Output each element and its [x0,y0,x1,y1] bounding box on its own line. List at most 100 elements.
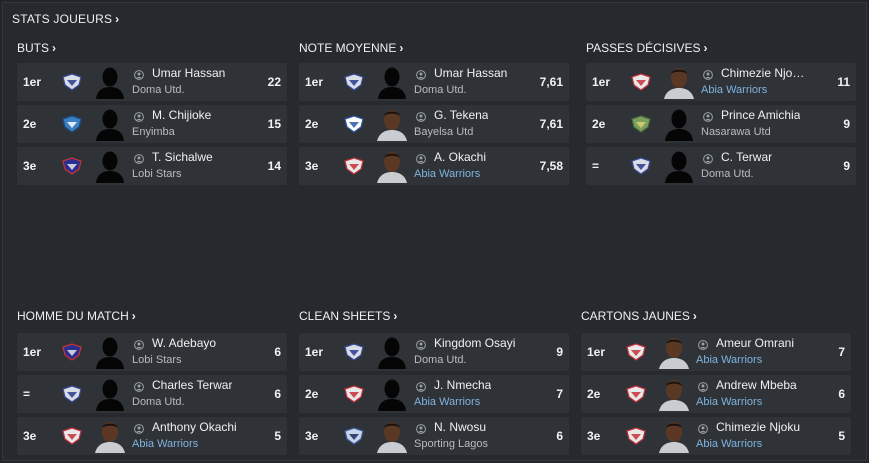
player-avatar[interactable] [657,335,691,369]
panel-title[interactable]: CLEAN SHEETS › [299,309,397,323]
club-badge-icon[interactable] [630,157,652,175]
club-name[interactable]: Abia Warriors [414,396,480,408]
stat-row[interactable]: 3e Chimezie Njoku Abia Warriors 5 [581,417,851,455]
club-badge-icon[interactable] [343,157,365,175]
player-avatar[interactable] [93,377,127,411]
player-name[interactable]: Prince Amichia [721,108,800,122]
player-name[interactable]: J. Nmecha [434,378,491,392]
club-name[interactable]: Doma Utd. [701,168,754,180]
player-name[interactable]: M. Chijioke [152,108,211,122]
player-name[interactable]: Ameur Omrani [716,336,794,350]
player-avatar[interactable] [93,65,127,99]
club-name[interactable]: Doma Utd. [132,84,185,96]
stat-row[interactable]: 1er Chimezie Njo… Abia Warriors 11 [586,63,856,101]
player-avatar[interactable] [375,65,409,99]
club-badge-icon[interactable] [61,427,83,445]
stat-row[interactable]: 1er Umar Hassan Doma Utd. 7,61 [299,63,569,101]
club-badge-icon[interactable] [625,343,647,361]
club-badge-icon[interactable] [343,73,365,91]
club-name[interactable]: Sporting Lagos [414,438,488,450]
club-badge-icon[interactable] [625,385,647,403]
club-badge-icon[interactable] [343,385,365,403]
stat-row[interactable]: = C. Terwar Doma Utd. 9 [586,147,856,185]
club-badge-icon[interactable] [630,73,652,91]
player-avatar[interactable] [93,149,127,183]
club-badge-icon[interactable] [343,343,365,361]
stat-row[interactable]: 2e Prince Amichia Nasarawa Utd 9 [586,105,856,143]
player-name[interactable]: G. Tekena [434,108,488,122]
club-badge-icon[interactable] [61,385,83,403]
club-badge-icon[interactable] [630,115,652,133]
player-avatar[interactable] [375,419,409,453]
player-avatar[interactable] [375,335,409,369]
club-badge-icon[interactable] [343,427,365,445]
player-avatar[interactable] [662,65,696,99]
stat-row[interactable]: 1er Ameur Omrani Abia Warriors 7 [581,333,851,371]
player-name[interactable]: Umar Hassan [152,66,225,80]
player-name[interactable]: A. Okachi [434,150,486,164]
stat-value: 9 [843,117,850,131]
stat-row[interactable]: 2e Andrew Mbeba Abia Warriors 6 [581,375,851,413]
player-avatar[interactable] [375,149,409,183]
panel-title[interactable]: NOTE MOYENNE › [299,41,403,55]
rank-label: 3e [23,429,37,443]
stat-row[interactable]: 1er Umar Hassan Doma Utd. 22 [17,63,287,101]
stat-row[interactable]: 2e J. Nmecha Abia Warriors 7 [299,375,569,413]
panel-title[interactable]: PASSES DÉCISIVES › [586,41,708,55]
club-name[interactable]: Nasarawa Utd [701,126,771,138]
stat-row[interactable]: 2e G. Tekena Bayelsa Utd 7,61 [299,105,569,143]
player-avatar[interactable] [93,107,127,141]
player-name[interactable]: Andrew Mbeba [716,378,797,392]
club-name[interactable]: Enyimba [132,126,175,138]
club-name[interactable]: Abia Warriors [696,396,762,408]
stat-row[interactable]: 2e M. Chijioke Enyimba 15 [17,105,287,143]
club-name[interactable]: Lobi Stars [132,168,182,180]
player-avatar[interactable] [657,419,691,453]
player-name[interactable]: W. Adebayo [152,336,216,350]
player-name[interactable]: Kingdom Osayi [434,336,515,350]
player-avatar[interactable] [375,107,409,141]
club-name[interactable]: Doma Utd. [132,396,185,408]
stat-row[interactable]: 3e A. Okachi Abia Warriors 7,58 [299,147,569,185]
club-badge-icon[interactable] [61,157,83,175]
club-name[interactable]: Abia Warriors [414,168,480,180]
player-stats-header[interactable]: STATS JOUEURS › [12,12,119,26]
player-name[interactable]: Chimezie Njo… [721,66,804,80]
player-avatar[interactable] [657,377,691,411]
player-avatar[interactable] [662,149,696,183]
club-badge-icon[interactable] [61,73,83,91]
club-name[interactable]: Abia Warriors [696,438,762,450]
player-avatar[interactable] [93,419,127,453]
stat-row[interactable]: 1er Kingdom Osayi Doma Utd. 9 [299,333,569,371]
club-name[interactable]: Lobi Stars [132,354,182,366]
panel-title[interactable]: BUTS › [17,41,56,55]
player-name[interactable]: Anthony Okachi [152,420,237,434]
player-avatar[interactable] [93,335,127,369]
player-avatar[interactable] [375,377,409,411]
player-name[interactable]: Umar Hassan [434,66,507,80]
club-badge-icon[interactable] [61,343,83,361]
club-name[interactable]: Abia Warriors [701,84,767,96]
panel-title[interactable]: CARTONS JAUNES › [581,309,697,323]
club-badge-icon[interactable] [625,427,647,445]
player-name[interactable]: Charles Terwar [152,378,232,392]
stat-row[interactable]: 3e T. Sichalwe Lobi Stars 14 [17,147,287,185]
player-name[interactable]: Chimezie Njoku [716,420,800,434]
stat-row[interactable]: 1er W. Adebayo Lobi Stars 6 [17,333,287,371]
club-badge-icon[interactable] [343,115,365,133]
club-badge-icon[interactable] [61,115,83,133]
player-avatar[interactable] [662,107,696,141]
club-name[interactable]: Doma Utd. [414,84,467,96]
club-name[interactable]: Abia Warriors [696,354,762,366]
club-name[interactable]: Abia Warriors [132,438,198,450]
stat-row[interactable]: 3e Anthony Okachi Abia Warriors 5 [17,417,287,455]
player-name[interactable]: C. Terwar [721,150,772,164]
stat-row[interactable]: = Charles Terwar Doma Utd. 6 [17,375,287,413]
club-name[interactable]: Doma Utd. [414,354,467,366]
player-name[interactable]: N. Nwosu [434,420,486,434]
chevron-right-icon: › [399,41,404,55]
stat-row[interactable]: 3e N. Nwosu Sporting Lagos 6 [299,417,569,455]
player-name[interactable]: T. Sichalwe [152,150,213,164]
club-name[interactable]: Bayelsa Utd [414,126,473,138]
panel-title[interactable]: HOMME DU MATCH › [17,309,136,323]
